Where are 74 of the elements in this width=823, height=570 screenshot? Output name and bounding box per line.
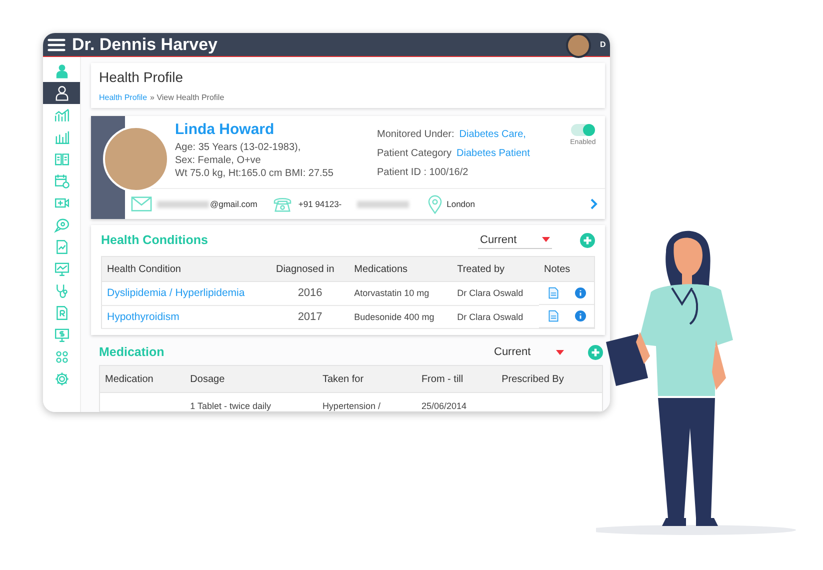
table-cell: 1 Tablet - twice daily xyxy=(190,401,272,411)
document-icon[interactable] xyxy=(548,310,558,322)
column-header: Prescribed By xyxy=(496,366,602,392)
table-cell: 2017 xyxy=(270,305,350,328)
caret-icon xyxy=(542,237,550,242)
section-title: Health Conditions xyxy=(101,233,209,247)
redacted-blur xyxy=(356,200,409,208)
doctor-icon xyxy=(54,63,70,79)
prescription-icon xyxy=(54,305,70,321)
chevron-right-icon[interactable] xyxy=(590,198,598,210)
filter-dropdown[interactable]: Current xyxy=(478,232,552,248)
table-cell: Atorvastatin 10 mg xyxy=(349,282,452,305)
chart-line-icon xyxy=(54,107,70,123)
column-header: Medication xyxy=(100,366,186,392)
condition-link[interactable]: Dyslipidemia / Hyperlipidemia xyxy=(107,287,245,300)
column-header: Health Condition xyxy=(102,256,271,282)
column-header: From - till xyxy=(416,366,497,392)
monitor-icon xyxy=(54,261,70,277)
phone-number: +91 94123- xyxy=(298,199,342,209)
stethoscope-icon xyxy=(54,283,70,299)
table-cell: Hypertension / xyxy=(322,401,380,411)
person-icon xyxy=(54,85,70,101)
email-address: @gmail.com xyxy=(210,199,258,209)
report-icon xyxy=(54,239,70,255)
page-title: Health Profile xyxy=(99,69,184,85)
column-header: Diagnosed in xyxy=(270,256,350,282)
menu-icon[interactable] xyxy=(47,38,66,52)
column-header: Medications xyxy=(349,256,452,282)
patient-detail: Age: 35 Years (13-02-1983), xyxy=(175,141,302,154)
book-icon xyxy=(54,151,70,167)
location-text: London xyxy=(446,199,476,209)
billing-icon xyxy=(54,327,70,343)
table-cell: 25/06/2014 xyxy=(421,401,466,411)
avatar-placeholder[interactable] xyxy=(566,33,591,58)
settings-icon xyxy=(54,371,70,387)
patient-name: Linda Howard xyxy=(175,121,276,138)
info-icon[interactable] xyxy=(574,287,586,299)
breadcrumb-current: » View Health Profile xyxy=(150,93,224,102)
enabled-toggle[interactable] xyxy=(571,124,595,136)
section-title: Medication xyxy=(99,345,166,359)
table-cell: 2016 xyxy=(270,282,350,305)
document-icon[interactable] xyxy=(548,287,558,299)
info-label: Patient ID : 100/16/2 xyxy=(377,167,468,180)
redacted-blur xyxy=(157,200,209,208)
sidebar-item[interactable] xyxy=(43,82,80,104)
add-icon[interactable] xyxy=(588,344,603,360)
table-cell: Budesonide 400 mg xyxy=(349,305,452,328)
table-cell: Dr Clara Oswald xyxy=(452,282,540,305)
info-link[interactable]: Diabetes Patient xyxy=(456,148,530,167)
patient-detail: Wt 75.0 kg, Ht:165.0 cm BMI: 27.55 xyxy=(175,167,334,180)
telephone-icon xyxy=(272,196,294,212)
doctor-name: Dr. Dennis Harvey xyxy=(72,34,219,54)
location-pin-icon xyxy=(428,194,442,214)
chat-icon xyxy=(54,217,70,233)
table-cell: Dr Clara Oswald xyxy=(452,305,540,328)
chart-bars-icon xyxy=(54,129,70,145)
info-link[interactable]: Diabetes Care, xyxy=(459,129,526,148)
group-icon xyxy=(54,349,70,365)
patient-detail: Sex: Female, O+ve xyxy=(175,154,262,167)
column-header: Treated by xyxy=(452,256,540,282)
caret-icon xyxy=(556,350,564,354)
condition-link[interactable]: Hypothyroidism xyxy=(107,310,180,323)
info-label: Patient Category xyxy=(377,148,452,161)
info-icon[interactable] xyxy=(574,310,586,322)
add-icon[interactable] xyxy=(580,232,595,248)
envelope-icon xyxy=(131,196,152,212)
column-header: Notes xyxy=(539,256,594,282)
filter-dropdown[interactable]: Current xyxy=(492,344,566,360)
calendar-icon xyxy=(54,173,70,189)
breadcrumb-link[interactable]: Health Profile xyxy=(99,93,148,102)
user-initial: D xyxy=(599,40,607,49)
info-label: Monitored Under: xyxy=(377,129,454,142)
column-header: Dosage xyxy=(185,366,318,392)
column-header: Taken for xyxy=(317,366,416,392)
